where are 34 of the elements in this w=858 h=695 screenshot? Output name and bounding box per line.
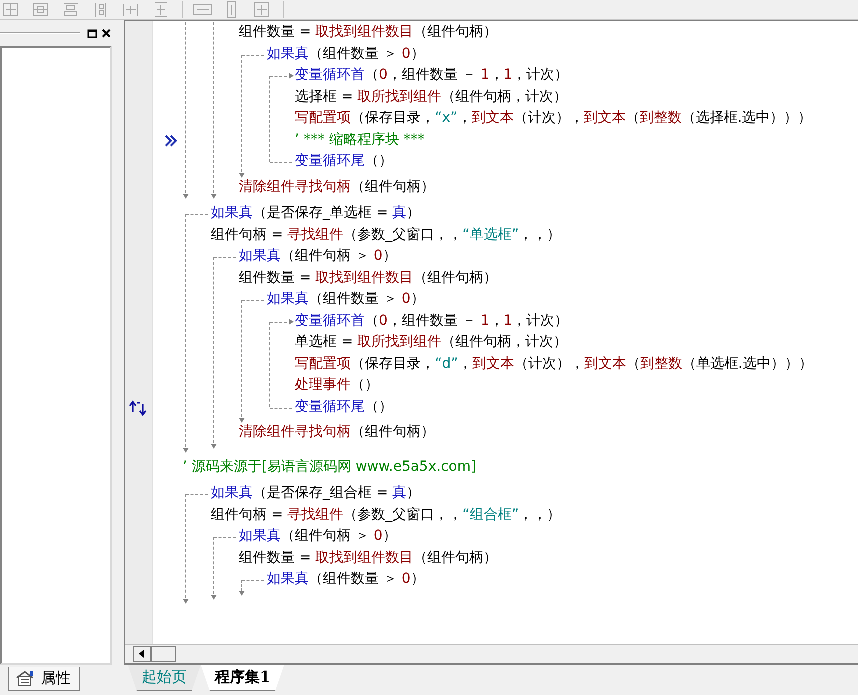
code-line[interactable]: 写配置项（保存目录，“d”，到文本（计次），到文本（到整数（单选框.选中））） bbox=[295, 354, 858, 375]
code-line[interactable]: 如果真（是否保存_组合框 = 真） bbox=[211, 483, 858, 504]
code-line[interactable]: 如果真（组件句柄 ＞ 0） bbox=[239, 246, 858, 268]
document-tab[interactable]: 起始页 bbox=[128, 665, 201, 691]
code-line[interactable]: 如果真（组件数量 ＞ 0） bbox=[267, 44, 858, 65]
maximize-icon[interactable] bbox=[87, 28, 98, 38]
code-line[interactable]: 处理事件（） bbox=[295, 375, 858, 396]
code-line[interactable]: 清除组件寻找句柄（组件句柄） bbox=[239, 422, 858, 444]
code-line[interactable]: 如果真（组件句柄 ＞ 0） bbox=[239, 526, 858, 548]
code-line[interactable]: 组件数量 = 取找到组件数目（组件句柄） bbox=[239, 548, 858, 569]
close-icon[interactable] bbox=[101, 28, 112, 38]
code-line[interactable]: 选择框 = 取所找到组件（组件句柄，计次） bbox=[295, 86, 858, 108]
code-line[interactable]: 单选框 = 取所找到组件（组件句柄，计次） bbox=[295, 332, 858, 354]
left-arrow-icon bbox=[139, 650, 145, 658]
code-line[interactable]: 组件数量 = 取找到组件数目（组件句柄） bbox=[239, 268, 858, 289]
code-line[interactable]: 变量循环首（0，组件数量 － 1，1，计次） bbox=[295, 65, 858, 86]
panel-tab[interactable]: 属性 bbox=[8, 667, 80, 691]
code-line[interactable]: 如果真（组件数量 ＞ 0） bbox=[267, 289, 858, 310]
code-line[interactable]: 变量循环尾（） bbox=[295, 396, 858, 418]
code-line[interactable]: 组件句柄 = 寻找组件（参数_父窗口，，“组合框”，，） bbox=[211, 504, 858, 526]
code-line[interactable]: 如果真（组件数量 ＞ 0） bbox=[267, 569, 858, 590]
document-tab[interactable]: 程序集1 bbox=[201, 665, 284, 691]
code-line[interactable]: 如果真（是否保存_单选框 = 真） bbox=[211, 203, 858, 224]
scroll-thumb[interactable] bbox=[151, 646, 176, 662]
code-line[interactable]: 变量循环首（0，组件数量 － 1，1，计次） bbox=[295, 310, 858, 332]
scroll-left-button[interactable] bbox=[133, 646, 151, 662]
code-line[interactable]: 组件数量 = 取找到组件数目（组件句柄） bbox=[239, 22, 858, 44]
code-line[interactable]: ’ *** 缩略程序块 *** bbox=[295, 130, 858, 151]
code-line[interactable]: ’ 源码来源于[易语言源码网 www.e5a5x.com] bbox=[183, 456, 858, 478]
code-line[interactable]: 组件句柄 = 寻找组件（参数_父窗口，，“单选框”，，） bbox=[211, 224, 858, 246]
code-line[interactable]: 清除组件寻找句柄（组件句柄） bbox=[239, 176, 858, 198]
code-line[interactable]: 写配置项（保存目录，“x”，到文本（计次），到文本（到整数（选择框.选中））） bbox=[295, 108, 858, 130]
code-line[interactable]: 变量循环尾（） bbox=[295, 151, 858, 172]
properties-icon bbox=[15, 670, 35, 687]
